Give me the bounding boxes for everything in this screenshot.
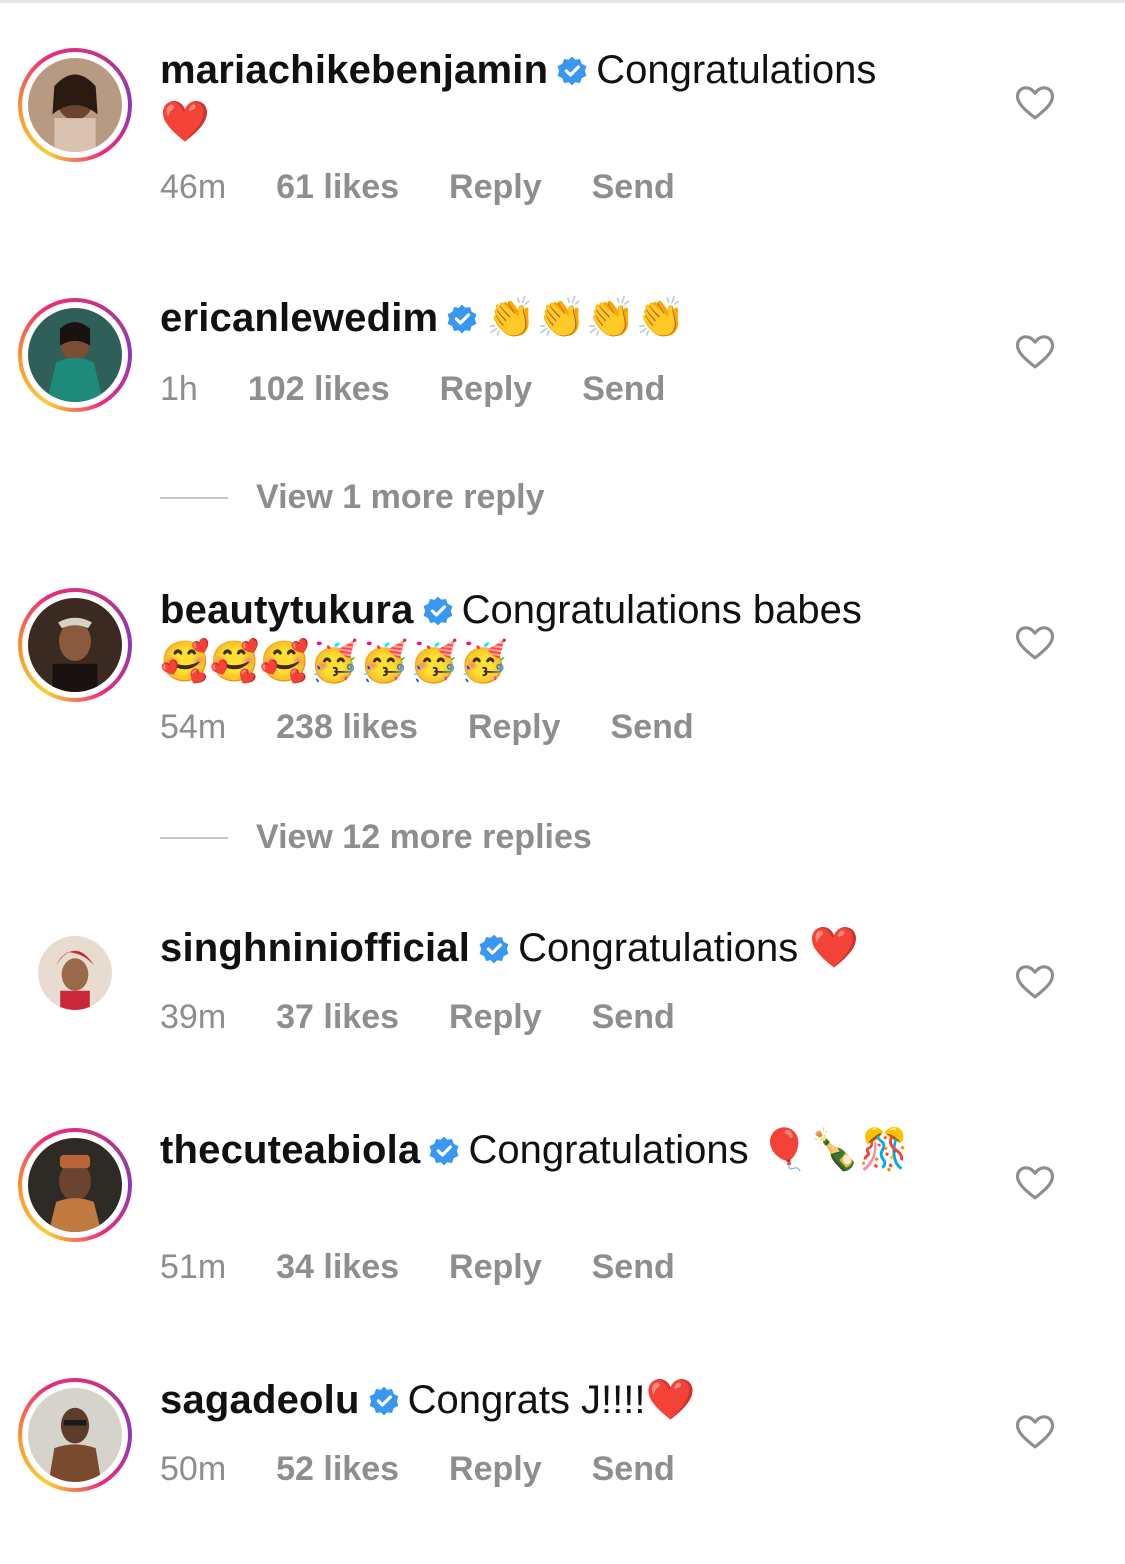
username[interactable]: thecuteabiola (160, 1128, 420, 1172)
comment-body: singhniniofficial Congratulations ❤️ (160, 922, 950, 974)
verified-badge-icon (428, 1135, 460, 1167)
comment-meta: 46m 61 likes Reply Send (160, 168, 675, 207)
reply-button[interactable]: Reply (449, 998, 542, 1037)
likes-count[interactable]: 52 likes (276, 1450, 399, 1489)
comment-emoji: 🥰🥰🥰🥳🥳🥳🥳 (160, 639, 509, 685)
view-replies-text[interactable]: View 1 more reply (256, 478, 545, 517)
comment-time: 1h (160, 370, 198, 408)
verified-badge-icon (422, 595, 454, 627)
username[interactable]: ericanlewedim (160, 296, 438, 340)
comment-emoji: ❤️ (160, 99, 210, 145)
verified-badge-icon (368, 1385, 400, 1417)
send-button[interactable]: Send (592, 1248, 675, 1287)
avatar[interactable] (18, 298, 132, 412)
likes-count[interactable]: 238 likes (276, 708, 418, 747)
like-heart-icon[interactable] (1014, 82, 1056, 124)
comment-text: Congratulations (468, 1128, 749, 1172)
comment-emoji: 🎈🍾🎊 (759, 1127, 910, 1173)
username[interactable]: beautytukura (160, 588, 414, 632)
comment-body: thecuteabiola Congratulations 🎈🍾🎊 (160, 1124, 950, 1176)
send-button[interactable]: Send (592, 1450, 675, 1489)
view-replies-text[interactable]: View 12 more replies (256, 818, 592, 857)
comment-body: ericanlewedim 👏👏👏👏 (160, 292, 950, 344)
avatar[interactable] (18, 916, 132, 1030)
comment-text: Congratulations babes (461, 588, 862, 632)
username[interactable]: sagadeolu (160, 1378, 360, 1422)
likes-count[interactable]: 34 likes (276, 1248, 399, 1287)
comment-time: 46m (160, 168, 227, 206)
reply-button[interactable]: Reply (449, 1248, 542, 1287)
like-heart-icon[interactable] (1014, 331, 1056, 373)
reply-button[interactable]: Reply (449, 1450, 542, 1489)
comment-meta: 51m 34 likes Reply Send (160, 1248, 675, 1287)
username[interactable]: singhniniofficial (160, 926, 470, 970)
view-replies-link[interactable]: View 12 more replies (160, 818, 592, 857)
send-button[interactable]: Send (611, 708, 694, 747)
reply-button[interactable]: Reply (440, 370, 533, 409)
comment-meta: 39m 37 likes Reply Send (160, 998, 675, 1037)
comment-time: 50m (160, 1450, 227, 1488)
verified-badge-icon (556, 55, 588, 87)
verified-badge-icon (478, 933, 510, 965)
like-heart-icon[interactable] (1014, 1411, 1056, 1453)
comment-meta: 1h 102 likes Reply Send (160, 370, 665, 409)
like-heart-icon[interactable] (1014, 622, 1056, 664)
likes-count[interactable]: 37 likes (276, 998, 399, 1037)
avatar[interactable] (18, 1378, 132, 1492)
send-button[interactable]: Send (582, 370, 665, 409)
verified-badge-icon (446, 303, 478, 335)
comment-time: 51m (160, 1248, 227, 1286)
send-button[interactable]: Send (592, 998, 675, 1037)
replies-divider (160, 836, 228, 839)
reply-button[interactable]: Reply (449, 168, 542, 207)
username[interactable]: mariachikebenjamin (160, 48, 548, 92)
avatar[interactable] (18, 588, 132, 702)
likes-count[interactable]: 61 likes (276, 168, 399, 207)
comment-time: 54m (160, 708, 227, 746)
view-replies-link[interactable]: View 1 more reply (160, 478, 545, 517)
like-heart-icon[interactable] (1014, 961, 1056, 1003)
comment-body: beautytukura Congratulations babes 🥰🥰🥰🥳🥳🥳… (160, 584, 950, 688)
comment-meta: 50m 52 likes Reply Send (160, 1450, 675, 1489)
reply-button[interactable]: Reply (468, 708, 561, 747)
like-heart-icon[interactable] (1014, 1162, 1056, 1204)
comment-emoji: 👏👏👏👏 (486, 295, 686, 341)
comment-body: sagadeolu Congrats J!!!!❤️ (160, 1374, 950, 1426)
comment-meta: 54m 238 likes Reply Send (160, 708, 694, 747)
replies-divider (160, 496, 228, 499)
avatar[interactable] (18, 48, 132, 162)
avatar[interactable] (18, 1128, 132, 1242)
comment-time: 39m (160, 998, 227, 1036)
comment-text: Congrats J!!!! (407, 1378, 646, 1422)
comment-text: Congratulations (596, 48, 877, 92)
comment-emoji: ❤️ (645, 1377, 696, 1423)
top-divider (0, 0, 1125, 3)
comment-body: mariachikebenjamin Congratulations ❤️ (160, 44, 950, 148)
comment-emoji: ❤️ (809, 925, 860, 971)
send-button[interactable]: Send (592, 168, 675, 207)
likes-count[interactable]: 102 likes (248, 370, 390, 409)
comment-text: Congratulations (518, 926, 799, 970)
